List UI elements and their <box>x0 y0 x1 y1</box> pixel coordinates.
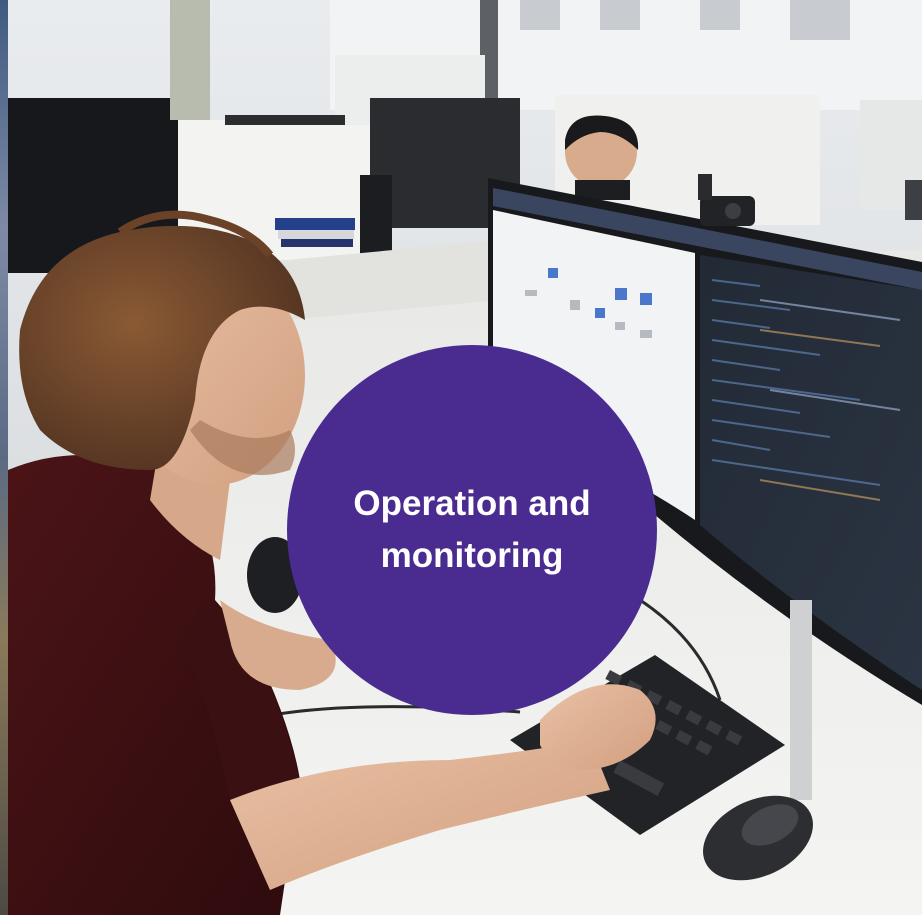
scene: Operation and monitoring <box>0 0 922 915</box>
left-edge-strip <box>0 0 8 915</box>
operation-monitoring-badge: Operation and monitoring <box>287 345 657 715</box>
badge-label: Operation and monitoring <box>353 484 591 575</box>
